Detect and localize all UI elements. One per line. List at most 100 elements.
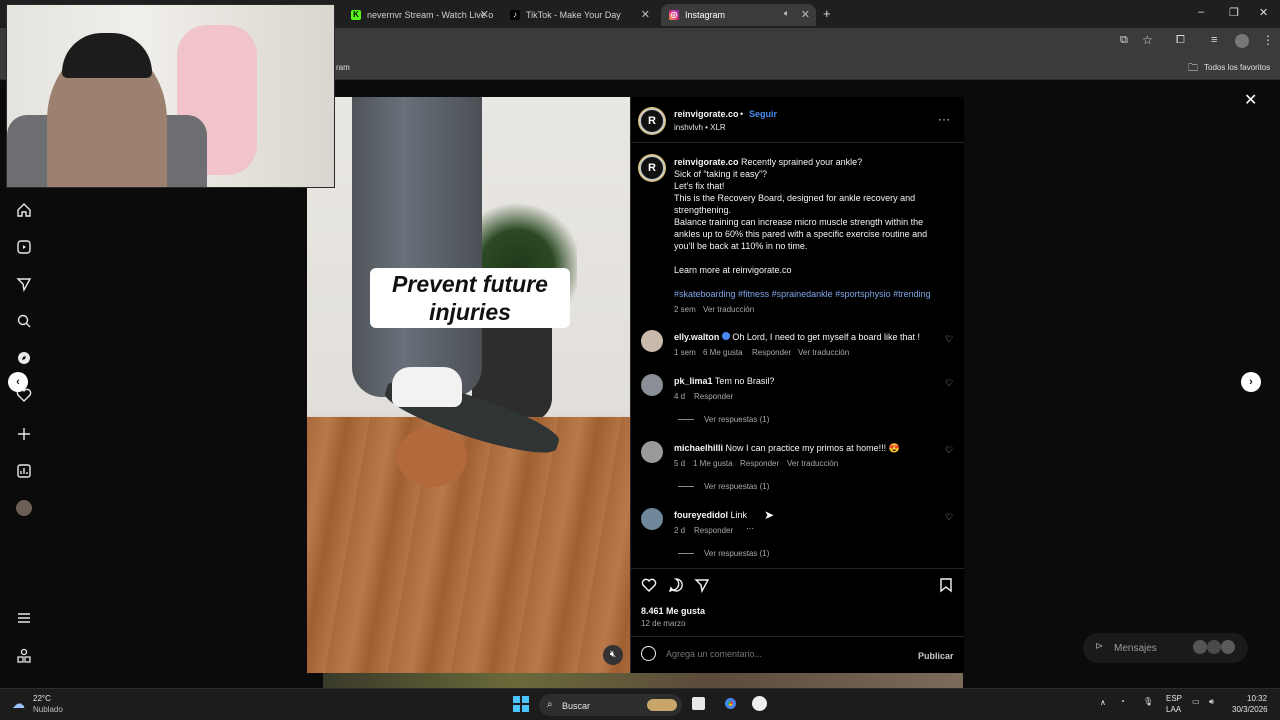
close-tab-icon[interactable]: ✕	[801, 8, 810, 21]
weather-desc[interactable]: Nublado	[33, 705, 63, 714]
tab-kick[interactable]: K nevernvr Stream - Watch Live o ✕	[343, 4, 495, 26]
comment-bubble-icon[interactable]	[668, 577, 684, 593]
bookmark-star-icon[interactable]: ☆	[1142, 33, 1153, 47]
speaker-icon[interactable]: 🔈︎	[784, 8, 789, 19]
messages-button[interactable]: ⊳ Mensajes	[1083, 633, 1248, 663]
divider	[631, 568, 964, 569]
comment-avatar[interactable]	[641, 441, 663, 463]
search-icon[interactable]	[16, 313, 32, 329]
weather-temp[interactable]: 22°C	[33, 694, 51, 703]
close-window-icon[interactable]: ✕	[1259, 6, 1268, 19]
like-comment-icon[interactable]: ♡	[945, 378, 953, 389]
tab-instagram[interactable]: ◎ Instagram 🔈︎ ✕	[661, 4, 816, 26]
taskbar-search[interactable]: ⌕ Buscar	[539, 694, 682, 716]
close-tab-icon[interactable]: ✕	[641, 8, 650, 21]
share-icon[interactable]	[694, 577, 710, 593]
view-replies-button[interactable]: Ver respuestas (1)	[678, 415, 769, 424]
brand-avatar[interactable]: R	[639, 108, 665, 134]
emoji-icon[interactable]	[641, 646, 656, 661]
minimize-icon[interactable]: –	[1198, 6, 1204, 18]
microphone-icon[interactable]: 🎙︎	[1143, 697, 1153, 706]
all-bookmarks-link[interactable]: Todos los favoritos	[1204, 63, 1270, 72]
comment-avatar[interactable]	[641, 374, 663, 396]
show-hidden-icons[interactable]: ∧	[1100, 698, 1106, 707]
floor-image	[307, 417, 630, 673]
caption-author[interactable]: reinvigorate.co	[674, 157, 739, 167]
close-icon[interactable]: ✕	[1244, 90, 1257, 110]
tab-tiktok[interactable]: ♪ TikTok - Make Your Day ✕	[502, 4, 656, 26]
profile-avatar[interactable]	[1235, 34, 1249, 48]
separator-dot: •	[740, 109, 744, 119]
more-options-icon[interactable]: ···	[938, 112, 950, 126]
comment-likes[interactable]: 1 Me gusta	[693, 459, 733, 468]
like-heart-icon[interactable]	[641, 577, 657, 593]
translate-link[interactable]: Ver traducción	[798, 348, 849, 357]
save-bookmark-icon[interactable]	[938, 577, 954, 593]
caption-avatar[interactable]: R	[639, 155, 665, 181]
home-icon[interactable]	[16, 202, 32, 218]
restore-icon[interactable]: ❐	[1229, 6, 1239, 19]
previous-post-button[interactable]: ‹	[8, 372, 28, 392]
bookmark-partial[interactable]: ram	[336, 63, 350, 72]
app-icon[interactable]	[752, 696, 767, 711]
video-caption: Prevent future injuries	[370, 268, 570, 328]
language-layout[interactable]: LAA	[1166, 705, 1181, 714]
like-comment-icon[interactable]: ♡	[945, 334, 953, 345]
hashtags[interactable]: #skateboarding #fitness #sprainedankle #…	[674, 288, 954, 300]
avatar	[1221, 640, 1235, 654]
comment-input[interactable]	[666, 646, 906, 662]
more-menu-icon[interactable]	[16, 610, 32, 626]
install-app-icon[interactable]: ⧉	[1120, 34, 1128, 47]
view-replies-button[interactable]: Ver respuestas (1)	[678, 482, 769, 491]
comment-username[interactable]: pk_lima1	[674, 376, 713, 386]
publish-button[interactable]: Publicar	[918, 650, 954, 662]
volume-icon[interactable]: 🔊︎	[1209, 697, 1214, 707]
next-post-button[interactable]: ›	[1241, 372, 1261, 392]
chrome-icon[interactable]	[722, 695, 739, 712]
display-icon[interactable]: ▭	[1192, 697, 1200, 706]
extensions-icon[interactable]: ⧠	[1176, 34, 1185, 47]
view-replies-button[interactable]: Ver respuestas (1)	[678, 549, 769, 558]
translate-link[interactable]: Ver traducción	[787, 459, 838, 468]
send-icon[interactable]	[16, 276, 32, 293]
reply-button[interactable]: Responder	[740, 459, 779, 468]
like-comment-icon[interactable]: ♡	[945, 445, 953, 456]
post-username[interactable]: reinvigorate.co	[674, 108, 739, 120]
comment-username[interactable]: foureyedidol	[674, 510, 728, 520]
clock-time[interactable]: 10:32	[1247, 694, 1267, 703]
comment-avatar[interactable]	[641, 508, 663, 530]
comment-text: Link	[730, 510, 748, 520]
explore-icon[interactable]	[16, 350, 32, 366]
also-from-meta-icon[interactable]	[16, 648, 32, 664]
follow-button[interactable]: Seguir	[749, 108, 777, 120]
post-video[interactable]	[307, 97, 630, 673]
mute-button[interactable]: 🔇︎	[603, 645, 623, 665]
reply-button[interactable]: Responder	[752, 348, 791, 357]
reels-icon[interactable]	[16, 239, 32, 255]
comment-username[interactable]: elly.walton	[674, 332, 719, 342]
create-plus-icon[interactable]	[16, 426, 32, 442]
comment-username[interactable]: michaelhilli	[674, 443, 723, 453]
close-tab-icon[interactable]: ✕	[480, 8, 489, 21]
new-tab-icon[interactable]: +	[823, 6, 831, 21]
file-explorer-icon[interactable]	[692, 697, 705, 710]
media-control-icon[interactable]: ≡	[1211, 34, 1217, 46]
caption-translate-link[interactable]: Ver traducción	[703, 305, 754, 314]
start-windows-icon[interactable]	[513, 696, 529, 712]
comment-likes[interactable]: 6 Me gusta	[703, 348, 743, 357]
clock-date[interactable]: 30/3/2026	[1232, 705, 1268, 714]
dashboard-icon[interactable]	[16, 463, 32, 479]
network-icon[interactable]: ◔	[1120, 697, 1125, 706]
reply-button[interactable]: Responder	[694, 526, 733, 535]
profile-avatar[interactable]	[16, 500, 32, 516]
reply-button[interactable]: Responder	[694, 392, 733, 401]
language-code[interactable]: ESP	[1166, 694, 1182, 703]
menu-kebab-icon[interactable]: ⋮	[1262, 33, 1274, 47]
weather-icon[interactable]: ☁	[12, 696, 25, 712]
send-icon: ⊳	[1095, 641, 1104, 652]
comment-more-icon[interactable]: ···	[746, 524, 754, 533]
likes-count[interactable]: 8.461 Me gusta	[641, 605, 705, 617]
like-comment-icon[interactable]: ♡	[945, 512, 953, 523]
comment-avatar[interactable]	[641, 330, 663, 352]
post-audio[interactable]: inshvlvh • XLR	[674, 123, 726, 132]
